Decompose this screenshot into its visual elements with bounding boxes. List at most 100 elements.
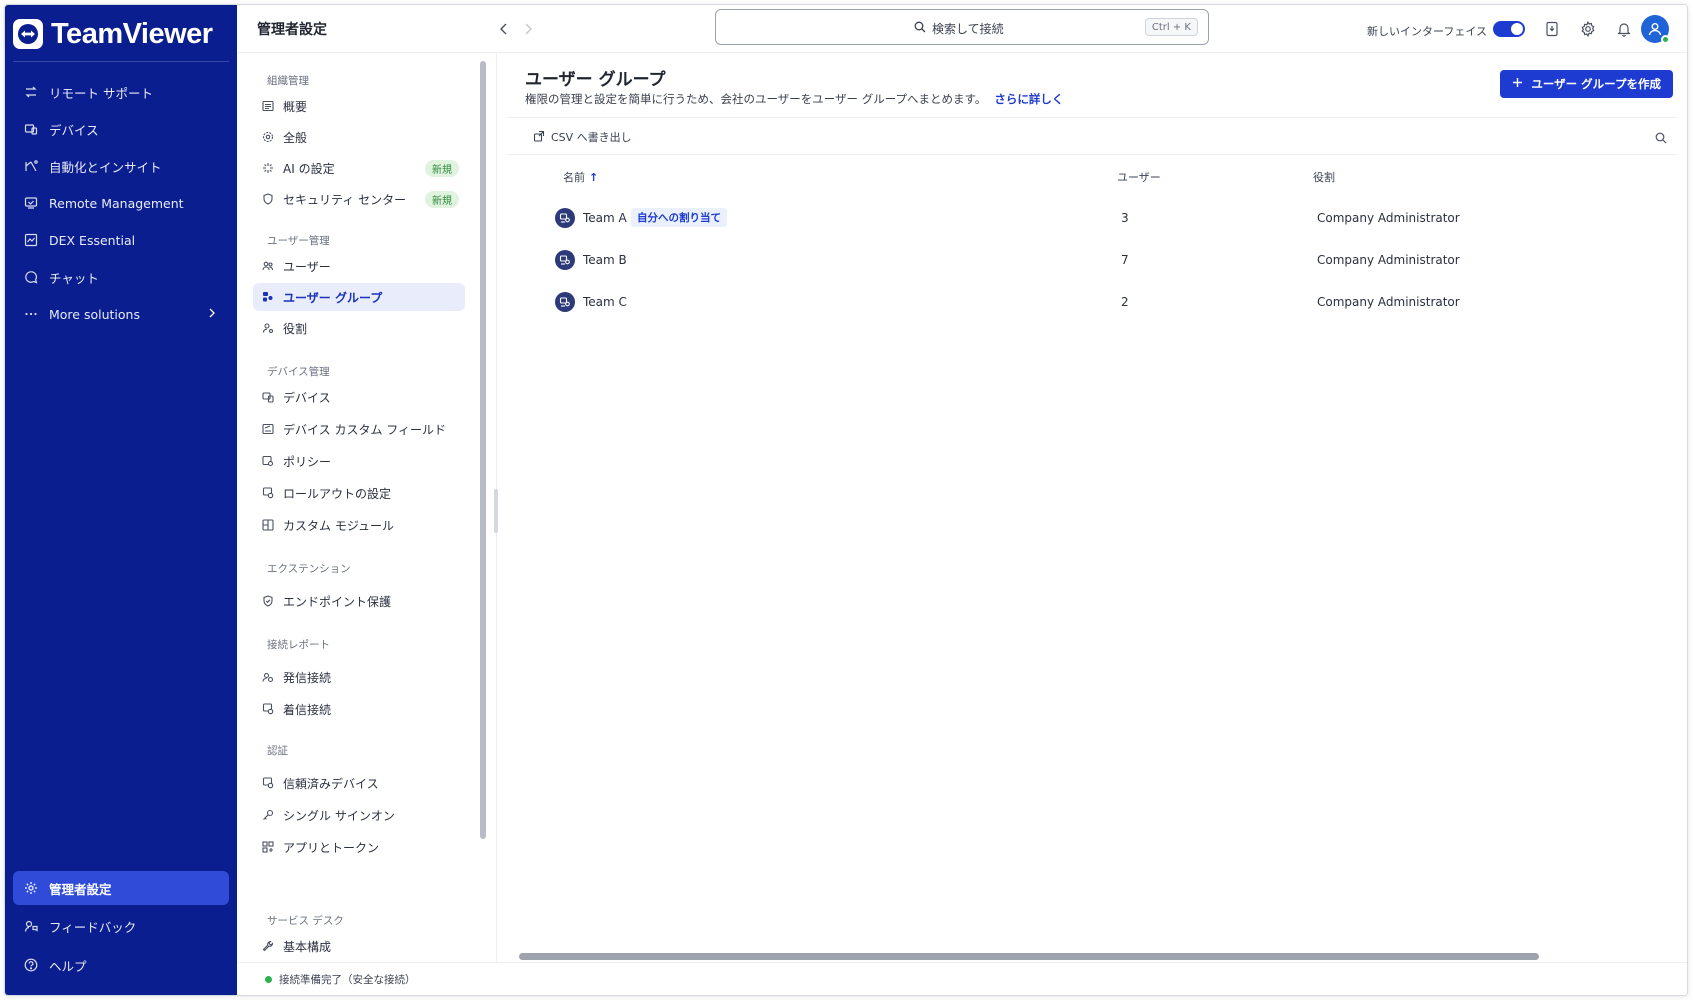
chevron-right-icon bbox=[207, 306, 217, 323]
settings-item-outgoing[interactable]: 発信接続 bbox=[253, 663, 465, 691]
forward-arrow-icon[interactable] bbox=[523, 21, 533, 40]
settings-item-policies[interactable]: ポリシー bbox=[253, 447, 465, 475]
page-header-title: 管理者設定 bbox=[257, 22, 327, 38]
settings-item-general[interactable]: 全般 bbox=[253, 123, 465, 151]
settings-item-label: エンドポイント保護 bbox=[283, 594, 392, 609]
settings-item-custom-modules[interactable]: カスタム モジュール bbox=[253, 511, 465, 539]
horizontal-scrollbar[interactable] bbox=[519, 953, 1539, 960]
assigned-to-me-badge: 自分への割り当て bbox=[631, 208, 727, 227]
settings-item-device-custom-fields[interactable]: デバイス カスタム フィールド bbox=[253, 415, 465, 443]
column-header-users[interactable]: ユーザー bbox=[1117, 169, 1161, 185]
nav-item-remote-management[interactable]: Remote Management bbox=[13, 186, 229, 220]
nav-item-help[interactable]: ヘルプ bbox=[13, 948, 229, 982]
settings-item-label: ユーザー グループ bbox=[283, 290, 383, 305]
group-role: Company Administrator bbox=[1317, 295, 1460, 309]
settings-item-label: 発信接続 bbox=[283, 670, 332, 685]
settings-item-label: 役割 bbox=[283, 321, 308, 336]
settings-item-label: 基本構成 bbox=[283, 939, 332, 954]
settings-item-label: デバイス カスタム フィールド bbox=[283, 422, 447, 437]
nav-item-chat[interactable]: チャット bbox=[13, 260, 229, 294]
gear-icon bbox=[261, 130, 275, 144]
help-icon bbox=[23, 957, 39, 973]
column-header-name[interactable]: 名前 ↑ bbox=[563, 169, 598, 185]
settings-item-label: シングル サインオン bbox=[283, 808, 395, 823]
role-icon bbox=[261, 321, 275, 335]
plus-icon bbox=[1512, 77, 1523, 91]
search-connect-input[interactable]: 検索して接続 Ctrl + K bbox=[715, 9, 1209, 45]
brand-name: TeamViewer bbox=[51, 17, 213, 50]
outgoing-icon bbox=[261, 670, 275, 684]
nav-item-more-solutions[interactable]: More solutions bbox=[13, 297, 229, 331]
back-arrow-icon[interactable] bbox=[499, 21, 509, 40]
new-interface-toggle[interactable] bbox=[1493, 21, 1525, 37]
top-bar: 管理者設定 検索して接続 Ctrl + K 新しいインターフェイス bbox=[237, 5, 1687, 53]
nav-item-dex-essential[interactable]: DEX Essential bbox=[13, 223, 229, 257]
settings-item-devices[interactable]: デバイス bbox=[253, 383, 465, 411]
users-icon bbox=[261, 259, 275, 273]
user-avatar[interactable] bbox=[1641, 15, 1670, 44]
gear-icon[interactable] bbox=[1579, 20, 1597, 38]
nav-item-label: More solutions bbox=[49, 306, 140, 322]
group-user-count: 7 bbox=[1121, 253, 1129, 267]
nav-item-label: 自動化とインサイト bbox=[49, 159, 162, 175]
table-row[interactable]: Team A 自分への割り当て 3 Company Administrator bbox=[547, 199, 1667, 237]
device-download-icon[interactable] bbox=[1543, 20, 1561, 38]
table-row[interactable]: Team B 7 Company Administrator bbox=[547, 241, 1667, 279]
table-search-icon[interactable] bbox=[1655, 129, 1667, 148]
nav-item-devices[interactable]: デバイス bbox=[13, 112, 229, 146]
left-navigation: TeamViewer リモート サポート デバイス 自動化とインサイト Remo… bbox=[5, 5, 237, 995]
settings-item-apps-tokens[interactable]: アプリとトークン bbox=[253, 833, 465, 861]
create-user-group-button[interactable]: ユーザー グループを作成 bbox=[1500, 70, 1673, 98]
app-window: TeamViewer リモート サポート デバイス 自動化とインサイト Remo… bbox=[4, 4, 1688, 996]
csv-export-label: CSV へ書き出し bbox=[551, 131, 632, 144]
sidebar-scrollbar[interactable] bbox=[480, 61, 486, 839]
settings-item-users[interactable]: ユーザー bbox=[253, 252, 465, 280]
settings-item-roles[interactable]: 役割 bbox=[253, 314, 465, 342]
policy-icon bbox=[261, 454, 275, 468]
page-description: 権限の管理と設定を簡単に行うため、会社のユーザーをユーザー グループへまとめます… bbox=[525, 91, 1063, 107]
section-title-extensions: エクステンション bbox=[267, 563, 351, 575]
settings-item-rollout[interactable]: ロールアウトの設定 bbox=[253, 479, 465, 507]
nav-item-feedback[interactable]: フィードバック bbox=[13, 909, 229, 943]
module-icon bbox=[261, 518, 275, 532]
settings-item-user-groups[interactable]: ユーザー グループ bbox=[253, 283, 465, 311]
group-role: Company Administrator bbox=[1317, 253, 1460, 267]
csv-export-button[interactable]: CSV へ書き出し bbox=[533, 129, 632, 145]
settings-item-label: 全般 bbox=[283, 130, 308, 145]
search-icon bbox=[914, 21, 926, 36]
settings-item-sso[interactable]: シングル サインオン bbox=[253, 801, 465, 829]
online-status-dot bbox=[1661, 35, 1670, 44]
wrench-icon bbox=[261, 939, 275, 953]
custom-field-icon bbox=[261, 422, 275, 436]
settings-item-label: カスタム モジュール bbox=[283, 518, 394, 533]
settings-item-trusted-devices[interactable]: 信頼済みデバイス bbox=[253, 769, 465, 797]
settings-item-label: デバイス bbox=[283, 390, 331, 405]
section-title-service-desk: サービス デスク bbox=[267, 915, 344, 927]
nav-item-remote-support[interactable]: リモート サポート bbox=[13, 75, 229, 109]
group-name: Team B bbox=[583, 253, 627, 267]
settings-item-endpoint-protection[interactable]: エンドポイント保護 bbox=[253, 587, 465, 615]
apps-icon bbox=[261, 840, 275, 854]
search-placeholder: 検索して接続 bbox=[932, 22, 1004, 36]
nav-item-label: デバイス bbox=[49, 122, 99, 138]
column-header-label: 名前 bbox=[563, 171, 585, 184]
settings-item-basic-config[interactable]: 基本構成 bbox=[253, 932, 465, 960]
settings-item-overview[interactable]: 概要 bbox=[253, 92, 465, 120]
dex-icon bbox=[23, 232, 39, 248]
table-row[interactable]: Team C 2 Company Administrator bbox=[547, 283, 1667, 321]
column-header-role[interactable]: 役割 bbox=[1313, 169, 1335, 185]
group-user-count: 2 bbox=[1121, 295, 1129, 309]
nav-item-admin-settings[interactable]: 管理者設定 bbox=[13, 871, 229, 905]
settings-item-security-center[interactable]: セキュリティ センター 新規 bbox=[253, 185, 465, 213]
new-badge: 新規 bbox=[425, 191, 459, 208]
settings-item-incoming[interactable]: 着信接続 bbox=[253, 695, 465, 723]
settings-item-ai[interactable]: AI の設定 新規 bbox=[253, 154, 465, 182]
bell-icon[interactable] bbox=[1615, 20, 1633, 38]
learn-more-link[interactable]: さらに詳しく bbox=[994, 91, 1063, 107]
nav-item-automation[interactable]: 自動化とインサイト bbox=[13, 149, 229, 183]
chat-icon bbox=[23, 269, 39, 285]
settings-item-label: アプリとトークン bbox=[283, 840, 380, 855]
new-badge: 新規 bbox=[425, 160, 459, 177]
brand: TeamViewer bbox=[13, 17, 213, 51]
settings-item-label: AI の設定 bbox=[283, 161, 335, 176]
